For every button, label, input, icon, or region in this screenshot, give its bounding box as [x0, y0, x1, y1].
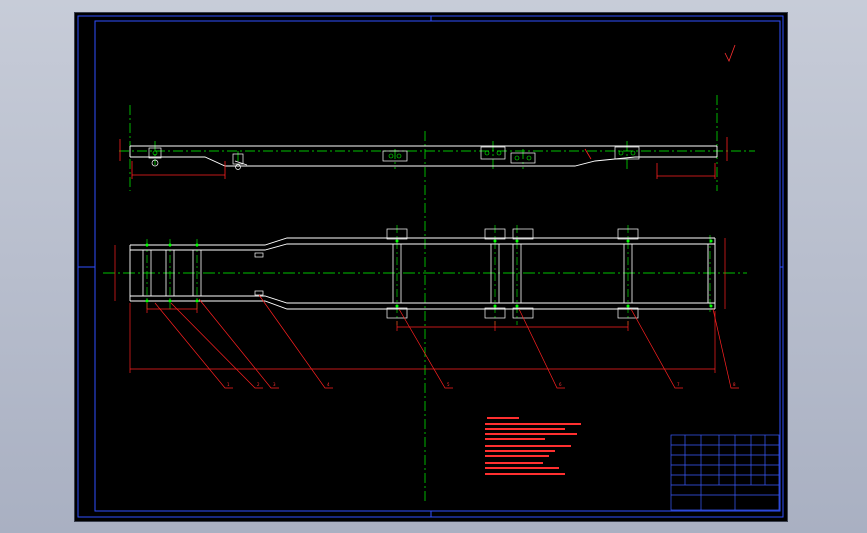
technical-requirements-notes [485, 417, 581, 475]
assembly-drawing: 1 2 3 4 5 6 7 8 [77, 15, 784, 518]
cad-model-viewport[interactable]: 1 2 3 4 5 6 7 8 [75, 13, 787, 521]
svg-text:2: 2 [257, 382, 260, 387]
svg-text:3: 3 [273, 382, 276, 387]
drawing-frame [77, 15, 784, 518]
svg-text:4: 4 [327, 382, 330, 387]
svg-text:8: 8 [733, 382, 736, 387]
svg-text:5: 5 [447, 382, 450, 387]
surface-roughness-symbol [724, 44, 736, 62]
svg-text:7: 7 [677, 382, 680, 387]
svg-text:6: 6 [559, 382, 562, 387]
title-block [670, 434, 780, 511]
side-elevation-view [119, 95, 755, 501]
svg-text:1: 1 [227, 382, 230, 387]
